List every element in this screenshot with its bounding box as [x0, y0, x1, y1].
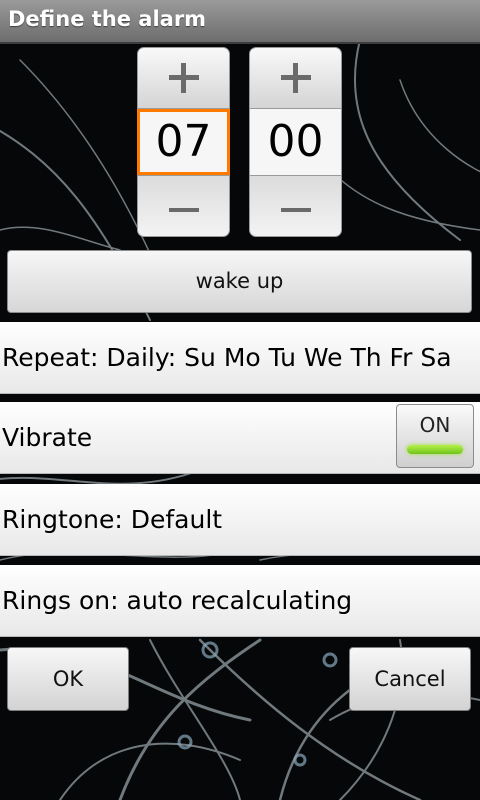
- minus-icon: [281, 208, 311, 212]
- rings-on-row[interactable]: Rings on: auto recalculating: [0, 565, 480, 637]
- hour-picker: 07: [137, 47, 230, 237]
- ringtone-label: Ringtone: Default: [2, 505, 223, 534]
- alarm-name-button[interactable]: wake up: [7, 250, 472, 313]
- toggle-state-label: ON: [419, 413, 451, 437]
- ringtone-row[interactable]: Ringtone: Default: [0, 484, 480, 556]
- minute-value-field[interactable]: 00: [249, 109, 342, 175]
- hour-decrement-button[interactable]: [137, 175, 230, 237]
- repeat-label: Repeat: Daily: Su Mo Tu We Th Fr Sa: [2, 343, 452, 372]
- vibrate-toggle-button[interactable]: ON: [396, 404, 474, 468]
- title-bar: Define the alarm: [0, 0, 480, 44]
- plus-icon: [281, 63, 311, 93]
- minute-decrement-button[interactable]: [249, 175, 342, 237]
- vibrate-label: Vibrate: [2, 423, 93, 452]
- hour-increment-button[interactable]: [137, 47, 230, 109]
- plus-icon: [169, 63, 199, 93]
- toggle-on-indicator: [407, 445, 463, 454]
- repeat-row[interactable]: Repeat: Daily: Su Mo Tu We Th Fr Sa: [0, 322, 480, 394]
- minute-picker: 00: [249, 47, 342, 237]
- hour-value-field[interactable]: 07: [137, 109, 230, 175]
- cancel-button[interactable]: Cancel: [349, 647, 471, 711]
- rings-on-label: Rings on: auto recalculating: [2, 586, 353, 615]
- alarm-definition-screen: Define the alarm 07 00 wake up Repeat: D…: [0, 0, 480, 800]
- ok-button[interactable]: OK: [7, 647, 129, 711]
- dialog-title: Define the alarm: [8, 7, 207, 31]
- minus-icon: [169, 208, 199, 212]
- minute-increment-button[interactable]: [249, 47, 342, 109]
